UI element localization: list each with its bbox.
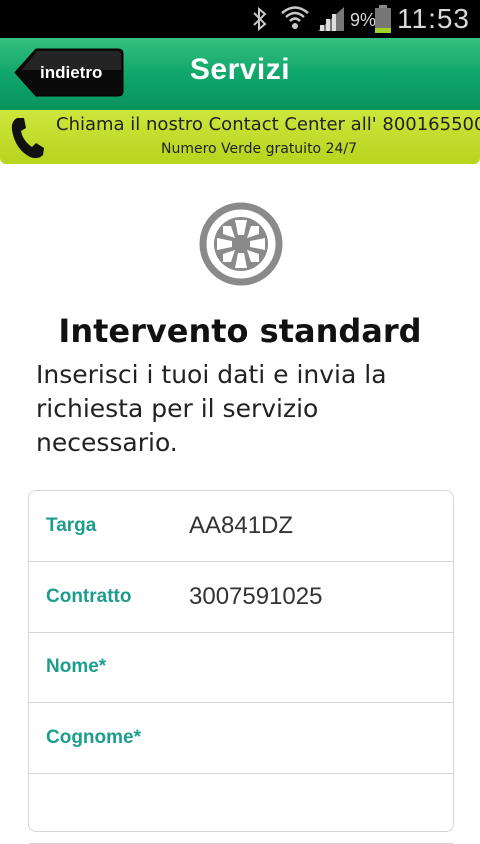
battery-icon bbox=[375, 5, 391, 33]
toll-free-text: Numero Verde gratuito 24/7 bbox=[160, 141, 358, 157]
contact-center-banner[interactable]: Chiama il nostro Contact Center all' 800… bbox=[0, 110, 480, 164]
next-field-input[interactable] bbox=[189, 793, 439, 823]
nome-label: Nome* bbox=[46, 656, 107, 677]
bluetooth-icon bbox=[253, 6, 267, 32]
form-row-next bbox=[29, 773, 453, 844]
page-title: Servizi bbox=[189, 53, 291, 86]
wifi-icon bbox=[281, 6, 309, 29]
targa-label: Targa bbox=[46, 515, 97, 536]
contratto-label: Contratto bbox=[46, 586, 132, 607]
service-description: Inserisci i tuoi dati e invia la richies… bbox=[36, 360, 387, 457]
form-row-targa: Targa bbox=[29, 491, 453, 562]
contact-center-text: Chiama il nostro Contact Center all' 800… bbox=[56, 114, 480, 135]
cognome-label: Cognome* bbox=[46, 727, 141, 748]
contratto-input[interactable] bbox=[189, 582, 439, 612]
wheel-icon bbox=[199, 202, 283, 286]
nome-input[interactable] bbox=[189, 652, 439, 682]
signal-icon bbox=[318, 7, 344, 31]
header-bar: indietro Servizi bbox=[0, 38, 480, 112]
request-form: Targa Contratto Nome* Cognome* bbox=[28, 490, 454, 844]
form-row-contratto: Contratto bbox=[29, 562, 453, 633]
cognome-input[interactable] bbox=[189, 723, 439, 753]
clock: 11:53 bbox=[397, 3, 470, 34]
service-title: Intervento standard bbox=[58, 312, 422, 350]
form-row-cognome: Cognome* bbox=[29, 703, 453, 774]
battery-percent: 9% bbox=[349, 10, 376, 30]
targa-input[interactable] bbox=[189, 511, 439, 541]
status-bar: 9% 11:53 bbox=[0, 0, 480, 38]
form-row-nome: Nome* bbox=[29, 632, 453, 703]
